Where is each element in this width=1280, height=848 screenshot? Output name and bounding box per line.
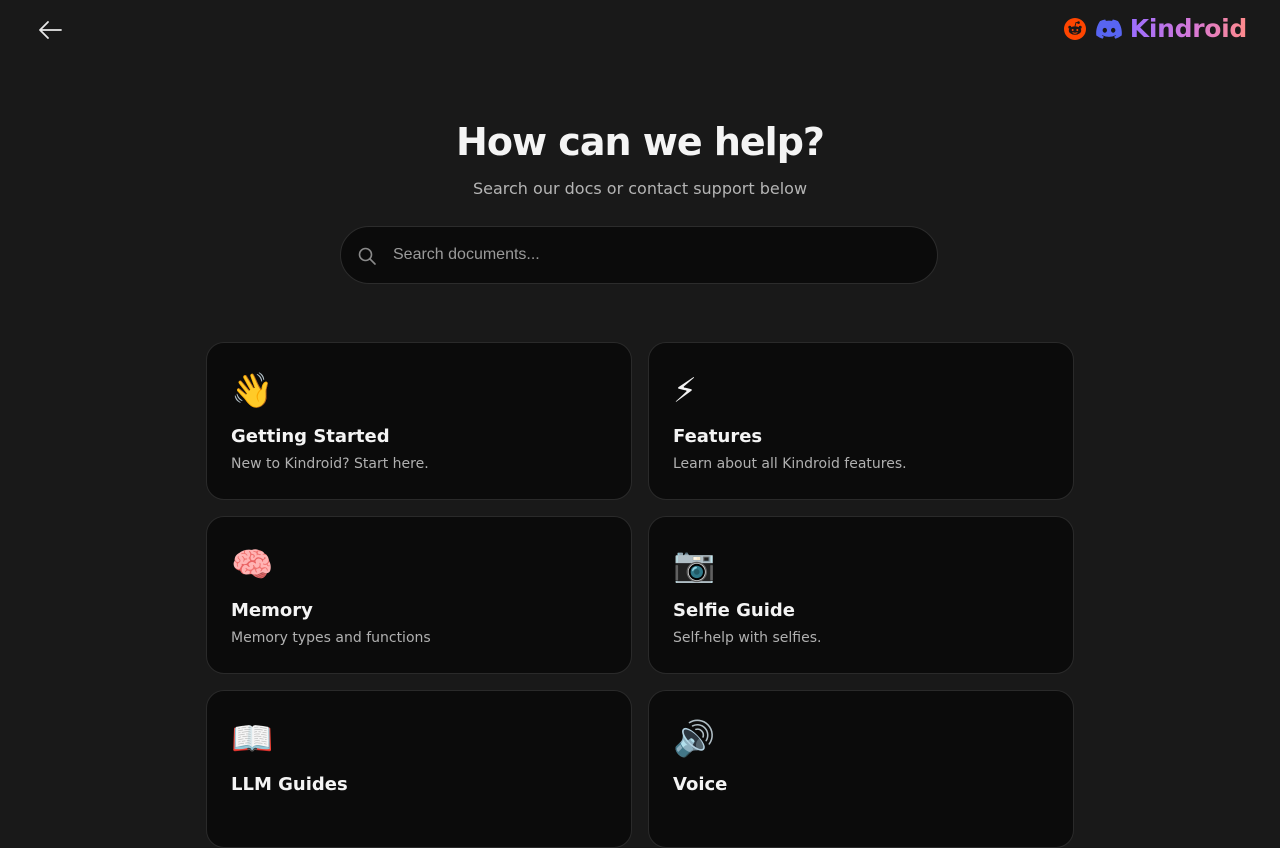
card-title: LLM Guides [231,774,348,795]
brand-group: Kindroid [1063,14,1248,44]
discord-icon[interactable] [1095,19,1122,39]
card-description: Learn about all Kindroid features. [673,456,907,472]
lightning-icon: ⚡ [673,371,697,411]
card-title: Features [673,426,763,447]
brain-icon: 🧠 [231,545,274,585]
top-bar: Kindroid [0,0,1280,60]
card-description: Self-help with selfies. [673,630,822,646]
card-description: Memory types and functions [231,630,431,646]
card-title: Selfie Guide [673,600,796,621]
card-description: New to Kindroid? Start here. [231,456,429,472]
page-title: How can we help? [456,120,825,164]
search-input[interactable] [393,227,913,283]
search-box [340,226,938,284]
card-title: Voice [673,774,728,795]
card-getting-started[interactable]: 👋 Getting Started New to Kindroid? Start… [206,342,632,500]
card-memory[interactable]: 🧠 Memory Memory types and functions [206,516,632,674]
card-features[interactable]: ⚡ Features Learn about all Kindroid feat… [648,342,1074,500]
search-icon [358,247,376,265]
back-button[interactable] [36,16,64,44]
brand-logo-text[interactable]: Kindroid [1130,14,1248,44]
reddit-icon[interactable] [1063,18,1086,40]
card-title: Memory [231,600,313,621]
open-book-icon: 📖 [231,719,274,759]
card-voice[interactable]: 🔊 Voice [648,690,1074,848]
card-selfie-guide[interactable]: 📷 Selfie Guide Self-help with selfies. [648,516,1074,674]
arrow-left-icon [39,21,62,39]
card-title: Getting Started [231,426,390,447]
speaker-icon: 🔊 [673,719,716,759]
camera-icon: 📷 [673,545,716,585]
waving-hand-icon: 👋 [231,371,274,411]
card-llm-guides[interactable]: 📖 LLM Guides [206,690,632,848]
page-subtitle: Search our docs or contact support below [472,179,808,198]
